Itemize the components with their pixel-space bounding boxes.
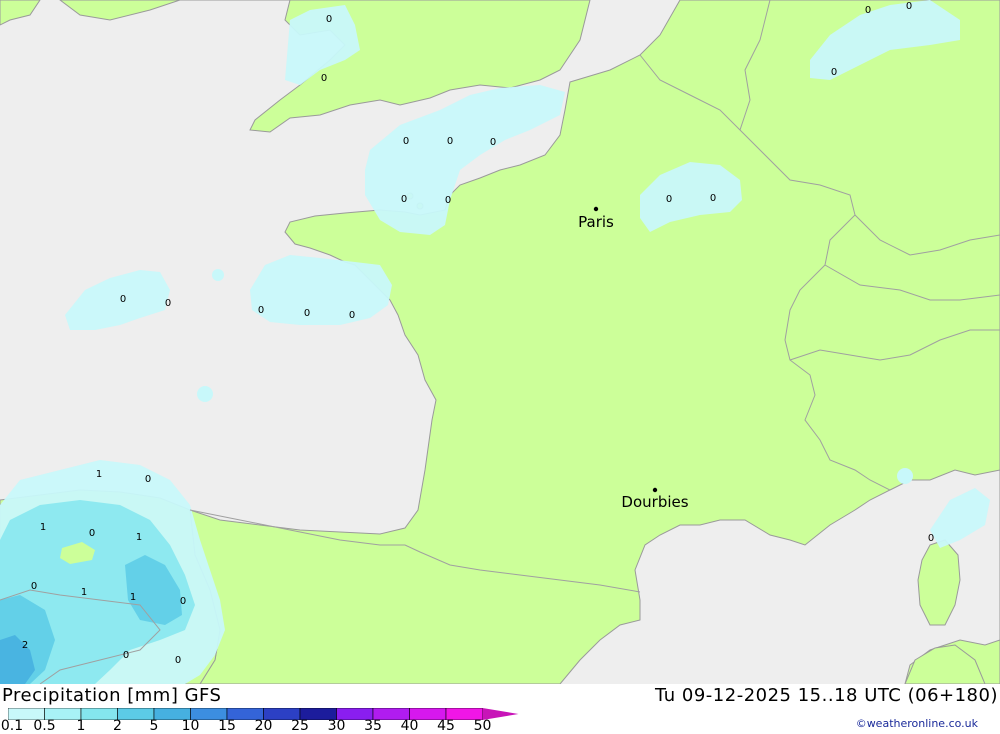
value-label: 0 <box>175 655 181 666</box>
value-label: 0 <box>666 194 672 205</box>
value-label: 0 <box>321 73 327 84</box>
value-label: 2 <box>22 640 28 651</box>
city-label: Dourbies <box>621 493 688 511</box>
value-label: 0 <box>304 308 310 319</box>
map-canvas: 0 0 0 0 0 0 0 0 0 0 0 0 0 0 0 0 0 0 1 0 … <box>0 0 1000 684</box>
legend-tick-label: 10 <box>181 718 200 734</box>
value-label: 0 <box>710 193 716 204</box>
value-label: 0 <box>928 533 934 544</box>
value-label: 0 <box>165 298 171 309</box>
value-label: 1 <box>40 522 46 533</box>
map-title: Precipitation [mm] GFS <box>2 685 222 706</box>
value-label: 0 <box>258 305 264 316</box>
value-label: 0 <box>31 581 37 592</box>
legend-tick-label: 25 <box>291 718 309 734</box>
credit-link[interactable]: ©weatheronline.co.uk <box>856 717 978 730</box>
value-label: 1 <box>96 469 102 480</box>
city-marker <box>593 206 599 212</box>
value-label: 0 <box>123 650 129 661</box>
value-label: 0 <box>120 294 126 305</box>
legend-tick-label: 30 <box>327 718 346 734</box>
legend-tick-label: 0.1 <box>0 718 24 734</box>
value-label: 0 <box>89 528 95 539</box>
value-label: 0 <box>906 1 912 12</box>
legend-tick-label: 1 <box>76 718 86 734</box>
value-label: 0 <box>831 67 837 78</box>
value-label: 0 <box>403 136 409 147</box>
legend-tick-label: 45 <box>437 718 455 734</box>
value-label: 0 <box>445 195 451 206</box>
value-label: 0 <box>447 136 453 147</box>
value-label: 0 <box>401 194 407 205</box>
legend-tick-label: 2 <box>113 718 122 734</box>
value-label: 1 <box>81 587 87 598</box>
map-footer: Precipitation [mm] GFS Tu 09-12-2025 15.… <box>0 684 1000 733</box>
value-label: 1 <box>130 592 136 603</box>
value-label: 1 <box>136 532 142 543</box>
value-label: 0 <box>145 474 151 485</box>
valid-time: Tu 09-12-2025 15..18 UTC (06+180) <box>655 685 998 706</box>
legend-tick-label: 40 <box>400 718 419 734</box>
land-ireland <box>0 0 41 26</box>
precipitation-map[interactable]: 0 0 0 0 0 0 0 0 0 0 0 0 0 0 0 0 0 0 1 0 … <box>0 0 1000 684</box>
legend-tick-label: 15 <box>218 718 236 734</box>
value-label: 0 <box>865 5 871 16</box>
value-label: 0 <box>180 596 186 607</box>
value-label: 0 <box>490 137 496 148</box>
city-marker <box>652 487 658 493</box>
legend-tick-label: 35 <box>364 718 382 734</box>
legend-tick-label: 50 <box>473 718 492 734</box>
city-label: Paris <box>578 213 614 231</box>
legend-tick-label: 5 <box>149 718 159 734</box>
land-corsica <box>917 539 961 626</box>
value-label: 0 <box>349 310 355 321</box>
legend-tick-label: 20 <box>254 718 273 734</box>
legend-tick-label: 0.5 <box>33 718 56 734</box>
legend-labels: 0.1 0.5 1 2 5 10 15 20 25 30 35 40 45 50 <box>0 719 520 733</box>
value-label: 0 <box>326 14 332 25</box>
